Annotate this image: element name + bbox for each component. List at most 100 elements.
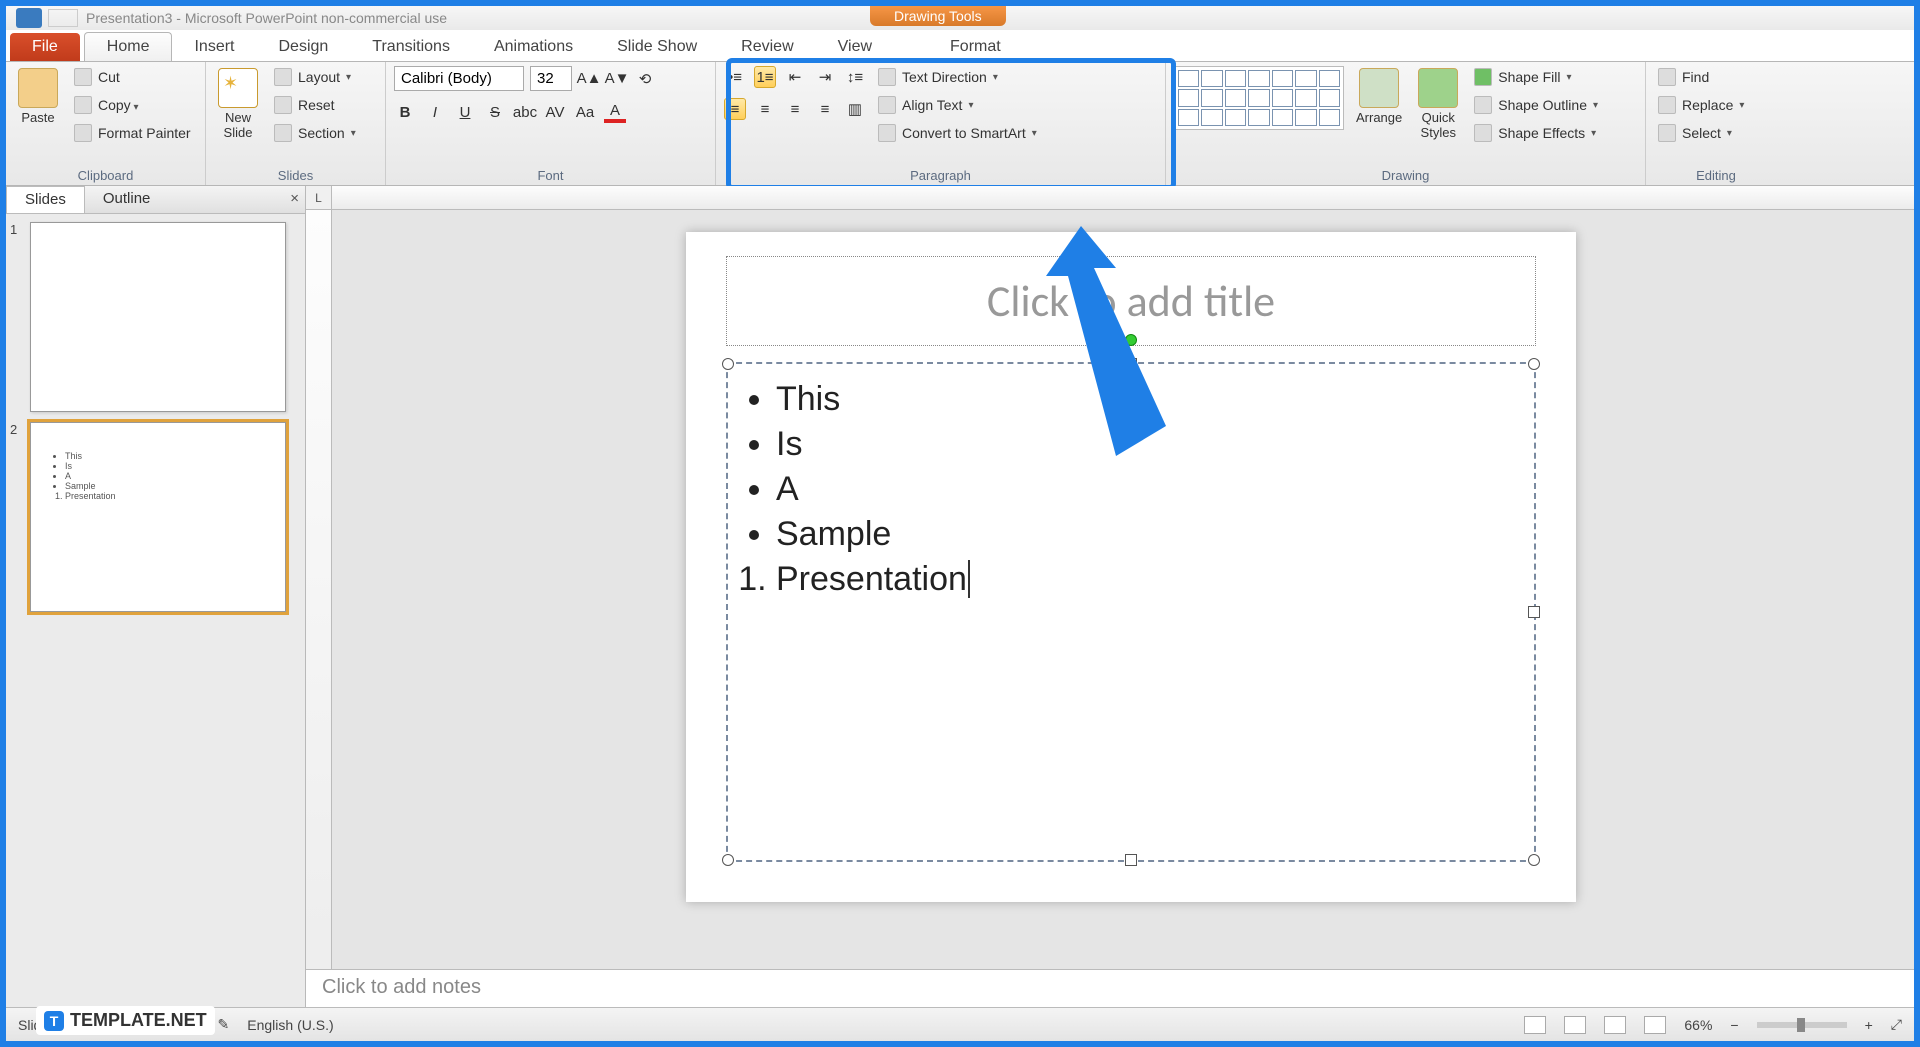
columns-button[interactable]: ▥ (844, 98, 866, 120)
home-tab[interactable]: Home (84, 32, 173, 61)
format-painter-button[interactable]: Format Painter (70, 122, 195, 144)
sorter-view-button[interactable] (1564, 1016, 1586, 1034)
align-text-button[interactable]: Align Text (874, 94, 1041, 116)
bullets-button[interactable]: •≡ (724, 66, 746, 88)
layout-icon (274, 68, 292, 86)
bullet-item[interactable]: A (776, 470, 1510, 509)
font-name-combo[interactable] (394, 66, 524, 91)
slides-pane-tabs: Slides Outline × (6, 186, 305, 214)
close-pane-icon[interactable]: × (290, 190, 299, 207)
italic-button[interactable]: I (424, 101, 446, 123)
char-spacing-button[interactable]: AV (544, 101, 566, 123)
format-tab[interactable]: Format (928, 33, 1023, 61)
font-color-button[interactable]: A (604, 101, 626, 123)
qat-placeholder (48, 9, 78, 27)
resize-handle-tl[interactable] (722, 358, 734, 370)
slide-thumb-2[interactable]: 2 This Is A Sample Presentation (10, 422, 301, 612)
transitions-tab[interactable]: Transitions (350, 33, 472, 61)
cut-icon (74, 68, 92, 86)
animations-tab[interactable]: Animations (472, 33, 595, 61)
shape-effects-button[interactable]: Shape Effects (1470, 122, 1602, 144)
file-tab[interactable]: File (10, 33, 80, 61)
fit-slide-button[interactable]: ⤢ (1891, 1016, 1902, 1033)
template-net-icon: T (44, 1011, 64, 1031)
font-size-combo[interactable] (530, 66, 572, 91)
cut-button[interactable]: Cut (70, 66, 195, 88)
layout-button[interactable]: Layout (270, 66, 360, 88)
view-tab[interactable]: View (816, 33, 894, 61)
convert-smartart-button[interactable]: Convert to SmartArt (874, 122, 1041, 144)
resize-handle-bl[interactable] (722, 854, 734, 866)
shadow-button[interactable]: abc (514, 101, 536, 123)
arrange-button[interactable]: Arrange (1352, 66, 1406, 127)
status-language[interactable]: English (U.S.) (247, 1017, 333, 1033)
numbering-button[interactable]: 1≡ (754, 66, 776, 88)
title-placeholder[interactable]: Click to add title (726, 256, 1536, 346)
line-spacing-button[interactable]: ↕≡ (844, 66, 866, 88)
align-center-button[interactable]: ≡ (754, 98, 776, 120)
bullet-item[interactable]: Sample (776, 515, 1510, 554)
copy-button[interactable]: Copy (70, 94, 195, 116)
slide[interactable]: Click to add title This Is A Sample (686, 232, 1576, 902)
design-tab[interactable]: Design (256, 33, 350, 61)
bold-button[interactable]: B (394, 101, 416, 123)
slideshow-tab[interactable]: Slide Show (595, 33, 719, 61)
section-button[interactable]: Section (270, 122, 360, 144)
shapes-gallery[interactable] (1174, 66, 1344, 130)
dec-indent-button[interactable]: ⇤ (784, 66, 806, 88)
text-direction-button[interactable]: Text Direction (874, 66, 1041, 88)
new-slide-button[interactable]: ✶ New Slide (214, 66, 262, 142)
zoom-out-button[interactable]: − (1730, 1017, 1738, 1033)
horizontal-ruler (332, 186, 1914, 210)
outline-tab[interactable]: Outline (85, 186, 169, 213)
select-icon (1658, 124, 1676, 142)
reset-button[interactable]: Reset (270, 94, 360, 116)
slideshow-view-button[interactable] (1644, 1016, 1666, 1034)
resize-handle-t[interactable] (1125, 358, 1137, 370)
justify-button[interactable]: ≡ (814, 98, 836, 120)
resize-handle-r[interactable] (1528, 606, 1540, 618)
insert-tab[interactable]: Insert (172, 33, 256, 61)
quick-styles-button[interactable]: Quick Styles (1414, 66, 1462, 142)
align-left-button[interactable]: ≡ (724, 98, 746, 120)
content-placeholder[interactable]: This Is A Sample Presentation (726, 362, 1536, 862)
shrink-font-icon[interactable]: A▼ (606, 68, 628, 90)
notes-pane[interactable]: Click to add notes (306, 969, 1914, 1007)
select-button[interactable]: Select (1654, 122, 1778, 144)
normal-view-button[interactable] (1524, 1016, 1546, 1034)
shape-fill-button[interactable]: Shape Fill (1470, 66, 1602, 88)
resize-handle-br[interactable] (1528, 854, 1540, 866)
bullet-item[interactable]: This (776, 380, 1510, 419)
slides-tab[interactable]: Slides (6, 186, 85, 213)
review-tab[interactable]: Review (719, 33, 815, 61)
strike-button[interactable]: S (484, 101, 506, 123)
zoom-in-button[interactable]: + (1865, 1017, 1873, 1033)
section-icon (274, 124, 292, 142)
zoom-level[interactable]: 66% (1684, 1017, 1712, 1033)
grow-font-icon[interactable]: A▲ (578, 68, 600, 90)
resize-handle-b[interactable] (1125, 854, 1137, 866)
reading-view-button[interactable] (1604, 1016, 1626, 1034)
find-button[interactable]: Find (1654, 66, 1778, 88)
shape-outline-button[interactable]: Shape Outline (1470, 94, 1602, 116)
shape-outline-icon (1474, 96, 1492, 114)
paste-button[interactable]: Paste (14, 66, 62, 127)
slide-thumb-1[interactable]: 1 (10, 222, 301, 412)
font-group-label: Font (394, 166, 707, 183)
status-spellcheck-icon[interactable]: ✎ (218, 1016, 230, 1033)
drawing-tools-contextual-tab: Drawing Tools (870, 6, 1006, 26)
slide-thumb-2-image: This Is A Sample Presentation (30, 422, 286, 612)
replace-button[interactable]: Replace (1654, 94, 1778, 116)
clear-format-icon[interactable]: ⟲ (634, 68, 656, 90)
rotation-handle[interactable] (1125, 334, 1137, 346)
align-right-button[interactable]: ≡ (784, 98, 806, 120)
zoom-slider[interactable] (1757, 1022, 1847, 1028)
resize-handle-tr[interactable] (1528, 358, 1540, 370)
shape-effects-icon (1474, 124, 1492, 142)
bullet-item[interactable]: Is (776, 425, 1510, 464)
numbered-item[interactable]: Presentation (776, 560, 1510, 599)
inc-indent-button[interactable]: ⇥ (814, 66, 836, 88)
change-case-button[interactable]: Aa (574, 101, 596, 123)
clipboard-group: Paste Cut Copy Format Painter Clipboard (6, 62, 206, 185)
underline-button[interactable]: U (454, 101, 476, 123)
